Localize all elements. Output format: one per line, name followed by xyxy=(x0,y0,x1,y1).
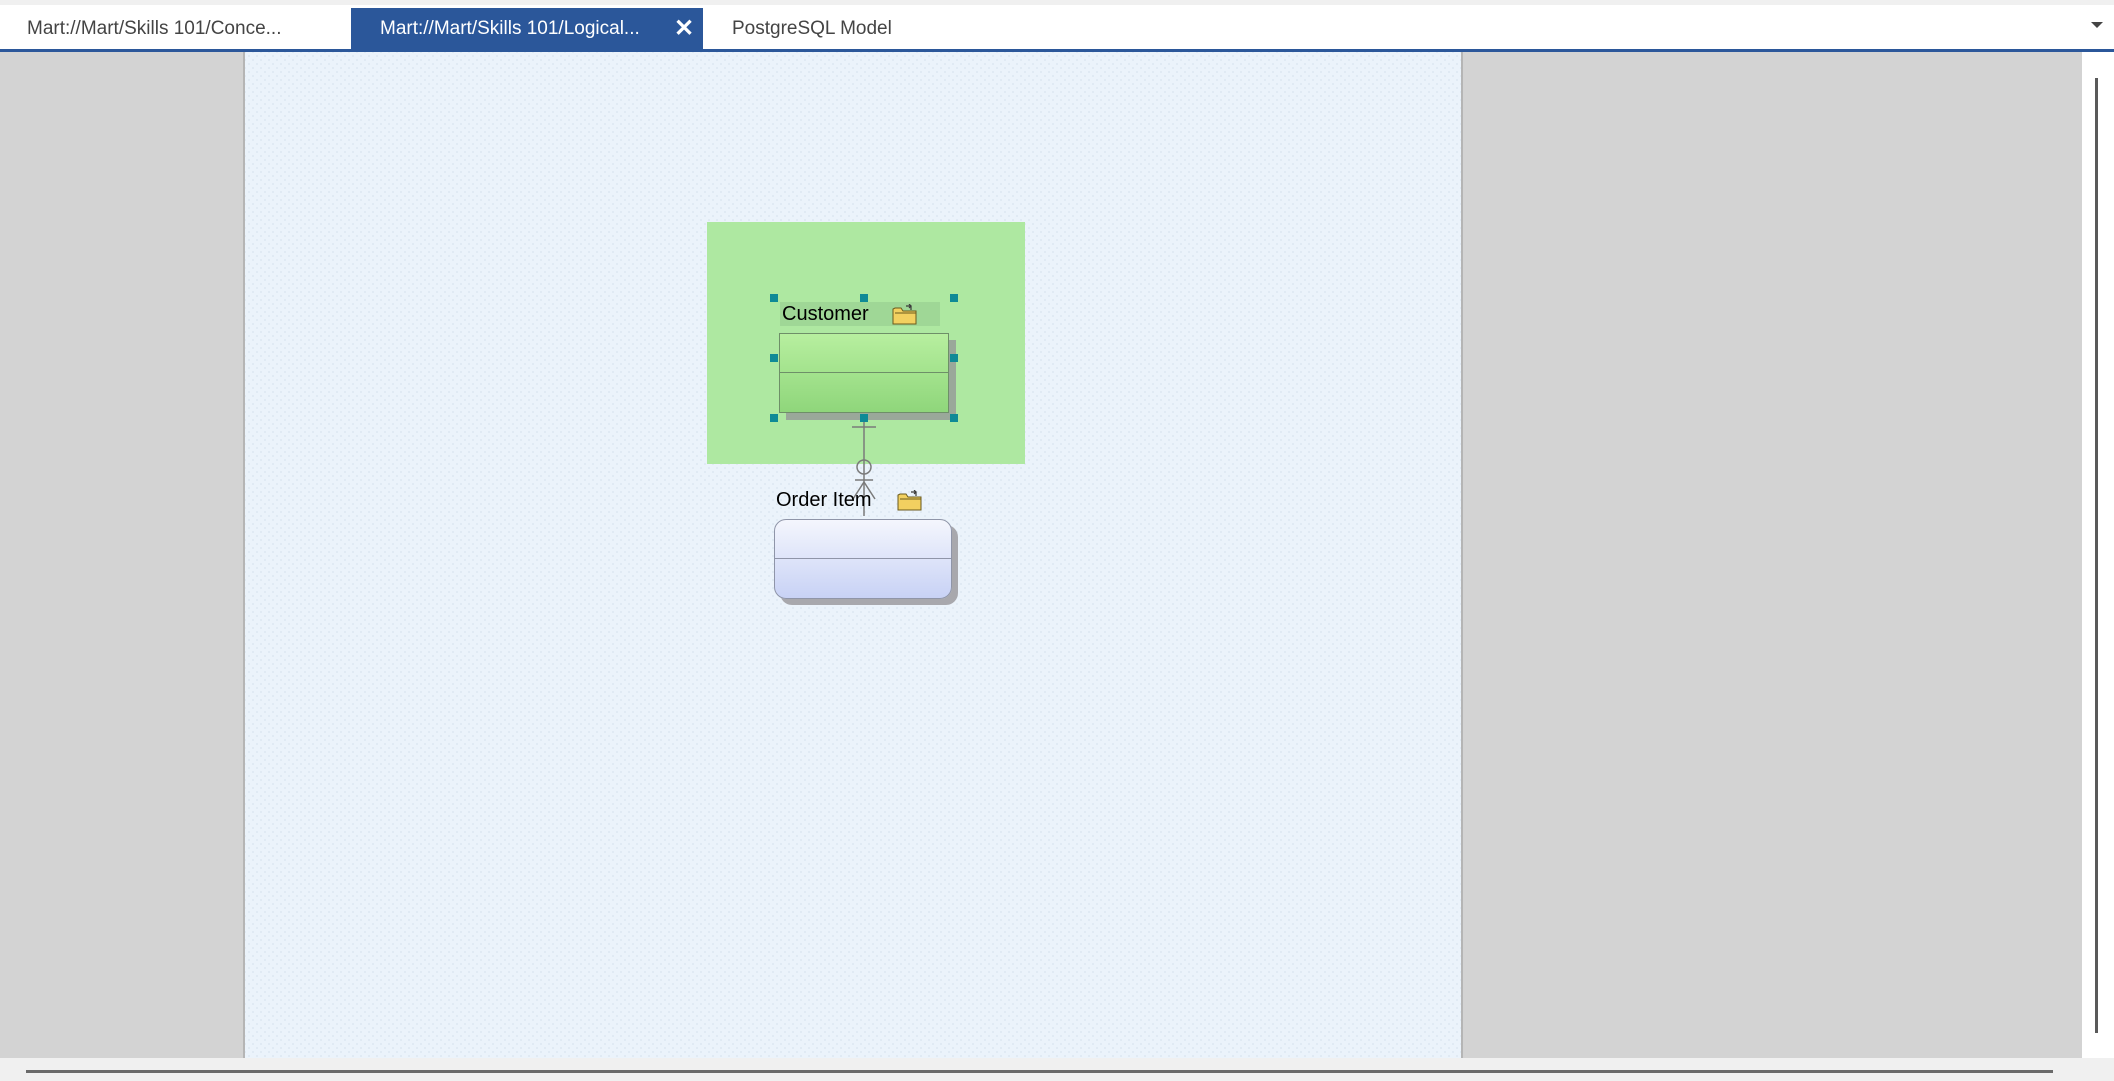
resize-handle-bottom-left[interactable] xyxy=(770,414,778,422)
vertical-scrollbar-thumb[interactable] xyxy=(2095,78,2098,1033)
horizontal-scrollbar[interactable] xyxy=(0,1058,2114,1081)
tab-conceptual-model[interactable]: Mart://Mart/Skills 101/Conce... xyxy=(0,8,350,49)
key-attribute-divider xyxy=(775,558,951,559)
entity-name-label: Customer xyxy=(782,303,869,325)
tab-label: Mart://Mart/Skills 101/Logical... xyxy=(380,18,640,39)
tab-label: Mart://Mart/Skills 101/Conce... xyxy=(27,18,282,39)
close-icon[interactable]: ✕ xyxy=(669,8,699,49)
tab-logical-model[interactable]: Mart://Mart/Skills 101/Logical... ✕ xyxy=(351,8,703,49)
tabbar-top-edge xyxy=(0,0,2114,5)
resize-handle-bottom[interactable] xyxy=(860,414,868,422)
resize-handle-top-right[interactable] xyxy=(950,294,958,302)
entity-name-label: Order Item xyxy=(776,489,872,511)
folder-icon[interactable] xyxy=(897,489,923,512)
resize-handle-bottom-right[interactable] xyxy=(950,414,958,422)
entity-box-customer[interactable] xyxy=(779,333,949,413)
key-attribute-divider xyxy=(780,372,948,373)
resize-handle-top-left[interactable] xyxy=(770,294,778,302)
resize-handle-left[interactable] xyxy=(770,354,778,362)
resize-handle-right[interactable] xyxy=(950,354,958,362)
resize-handle-top[interactable] xyxy=(860,294,868,302)
entity-box-order-item[interactable] xyxy=(774,519,952,599)
horizontal-scrollbar-thumb[interactable] xyxy=(26,1070,2053,1073)
chevron-down-icon[interactable] xyxy=(2086,14,2108,34)
folder-icon[interactable] xyxy=(892,303,918,326)
tab-label: PostgreSQL Model xyxy=(732,18,892,39)
erwin-diagram-window: Mart://Mart/Skills 101/Conce... Mart://M… xyxy=(0,0,2114,1081)
diagram-workspace[interactable]: Customer Order Item xyxy=(0,52,2082,1058)
document-tab-bar: Mart://Mart/Skills 101/Conce... Mart://M… xyxy=(0,0,2114,52)
tab-postgresql-model[interactable]: PostgreSQL Model xyxy=(703,8,1003,49)
entity-name-order-item[interactable]: Order Item xyxy=(776,488,872,512)
diagram-canvas[interactable]: Customer Order Item xyxy=(243,52,1463,1058)
vertical-scrollbar[interactable] xyxy=(2082,52,2114,1058)
